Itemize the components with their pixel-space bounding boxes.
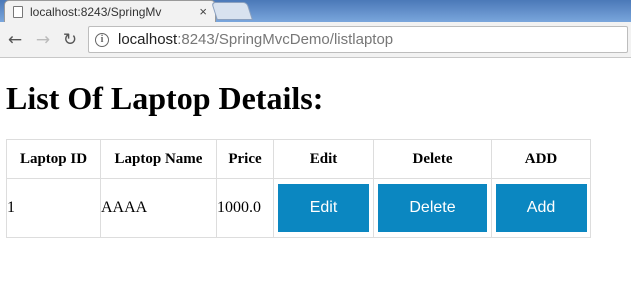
arrow-left-icon[interactable]: ←: [5, 30, 25, 50]
reload-icon[interactable]: ↻: [60, 30, 80, 50]
url-host: localhost: [118, 31, 178, 48]
cell-edit: Edit: [273, 178, 374, 238]
header-add: ADD: [491, 139, 591, 179]
tab-strip: localhost:8243/SpringMv ×: [0, 0, 631, 22]
browser-tab[interactable]: localhost:8243/SpringMv ×: [4, 0, 216, 22]
new-tab-button[interactable]: [211, 2, 253, 20]
close-tab-icon[interactable]: ×: [199, 4, 207, 19]
cell-delete: Delete: [373, 178, 492, 238]
tab-title: localhost:8243/SpringMv: [30, 4, 162, 19]
info-icon[interactable]: i: [95, 32, 109, 47]
cell-price: 1000.0: [216, 178, 274, 238]
browser-toolbar: ← → ↻ i localhost:8243/SpringMvcDemo/lis…: [0, 22, 631, 58]
address-bar[interactable]: i localhost:8243/SpringMvcDemo/listlapto…: [88, 26, 628, 53]
cell-laptop-name: AAAA: [100, 178, 217, 238]
header-laptop-name: Laptop Name: [100, 139, 217, 179]
edit-button[interactable]: Edit: [278, 184, 369, 232]
header-edit: Edit: [273, 139, 374, 179]
table-row: 1 AAAA 1000.0 Edit Delete Add: [6, 178, 591, 238]
header-laptop-id: Laptop ID: [6, 139, 101, 179]
arrow-right-icon[interactable]: →: [33, 30, 53, 50]
header-price: Price: [216, 139, 274, 179]
laptop-table: Laptop ID Laptop Name Price Edit Delete …: [6, 139, 591, 238]
url-path: :8243/SpringMvcDemo/listlaptop: [177, 31, 394, 48]
file-icon: [13, 5, 23, 18]
page-title: List Of Laptop Details:: [6, 80, 324, 116]
add-button[interactable]: Add: [495, 184, 587, 232]
table-header-row: Laptop ID Laptop Name Price Edit Delete …: [6, 139, 591, 179]
delete-button[interactable]: Delete: [378, 184, 487, 232]
header-delete: Delete: [373, 139, 492, 179]
cell-add: Add: [491, 178, 591, 238]
cell-laptop-id: 1: [6, 178, 101, 238]
background-tabs: [260, 3, 631, 19]
